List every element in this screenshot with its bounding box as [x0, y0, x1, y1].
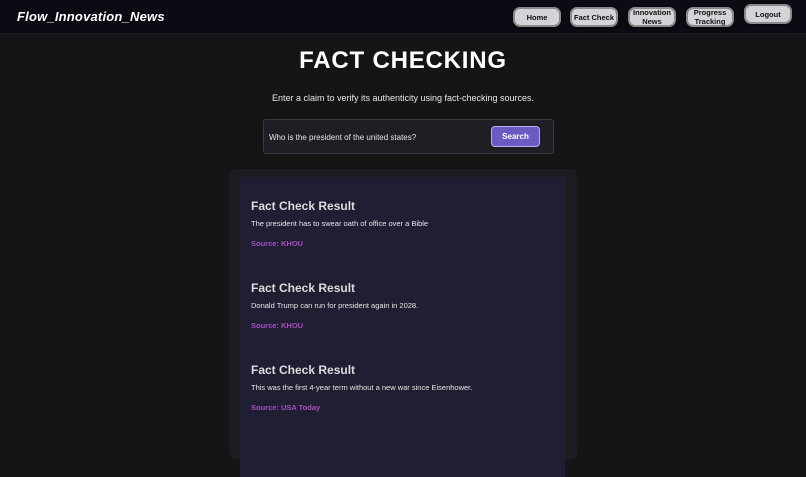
page-subtitle: Enter a claim to verify its authenticity… — [271, 93, 535, 103]
result-source: Source: USA Today — [251, 403, 321, 412]
result-claim-text: The president has to swear oath of offic… — [251, 219, 429, 228]
nav-innovation-news-button[interactable]: Innovation News — [628, 7, 676, 27]
result-title: Fact Check Result — [251, 363, 356, 377]
result-title: Fact Check Result — [251, 199, 356, 213]
results-list: Fact Check Result The president has to s… — [240, 177, 565, 477]
result-claim-text: Donald Trump can run for president again… — [251, 301, 419, 310]
result-source: Source: KHOU — [251, 239, 304, 248]
result-source: Source: KHOU — [251, 321, 304, 330]
result-title: Fact Check Result — [251, 281, 356, 295]
nav-logout-button[interactable]: Logout — [744, 4, 792, 24]
brand-logo-text[interactable]: Flow_Innovation_News — [17, 9, 165, 24]
search-bar: Search — [263, 119, 554, 154]
nav-progress-tracking-button[interactable]: Progress Tracking — [686, 7, 734, 27]
claim-search-input[interactable] — [268, 127, 488, 147]
result-claim-text: This was the first 4-year term without a… — [251, 383, 473, 392]
nav-fact-check-button[interactable]: Fact Check — [570, 7, 618, 27]
page-title: FACT CHECKING — [299, 47, 507, 74]
top-navbar: Flow_Innovation_News Home Fact Check Inn… — [0, 0, 806, 34]
nav-home-button[interactable]: Home — [513, 7, 561, 27]
search-button[interactable]: Search — [491, 126, 540, 147]
results-container: Fact Check Result The president has to s… — [229, 169, 577, 477]
